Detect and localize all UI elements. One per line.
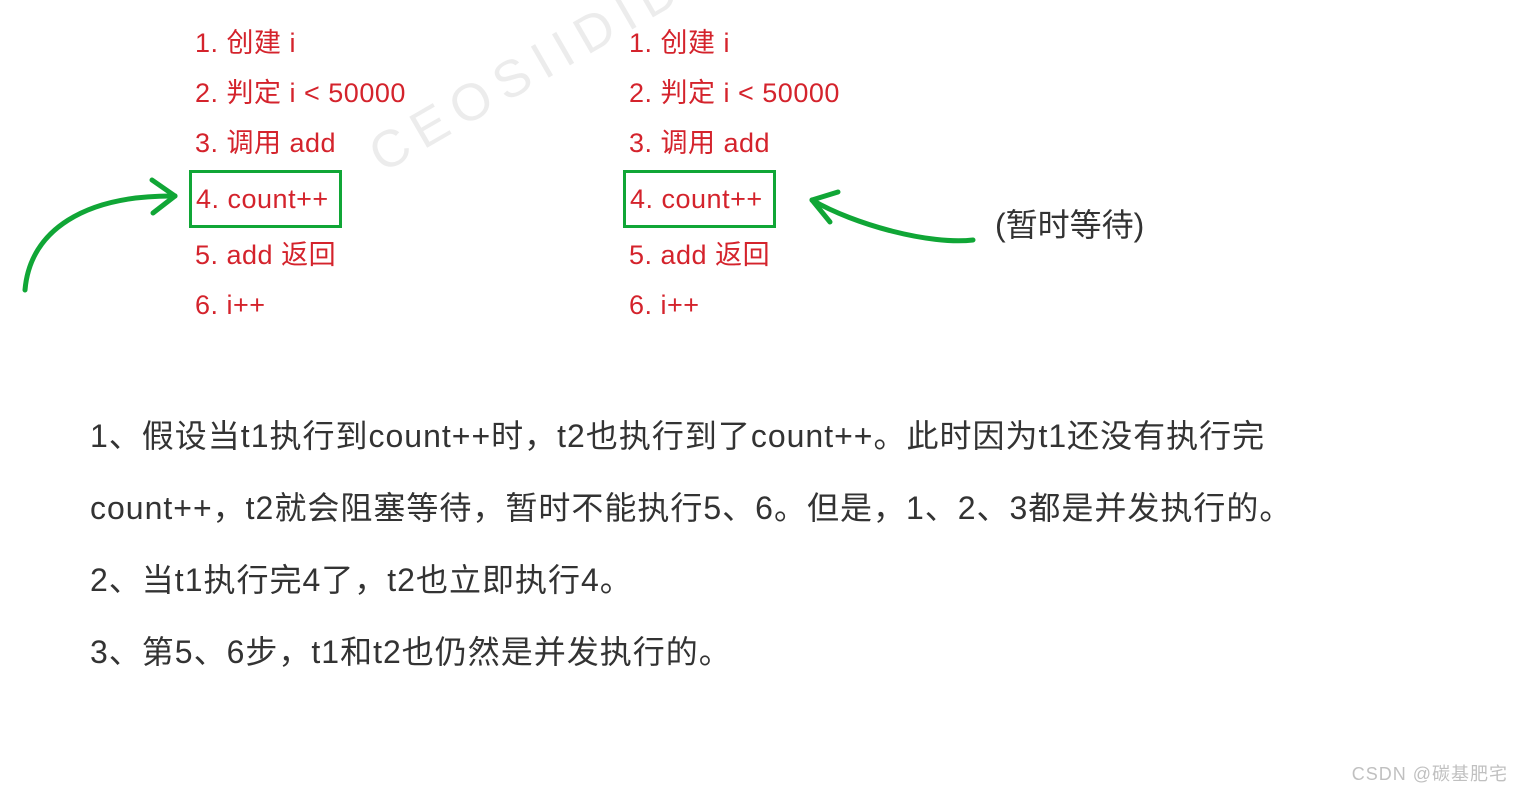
watermark-footer: CSDN @碳基肥宅 xyxy=(1352,760,1508,786)
explanation-p1: 1、假设当t1执行到count++时，t2也执行到了count++。此时因为t1… xyxy=(90,400,1416,544)
step-3-r: 3. 调用 add xyxy=(629,118,840,168)
step-list-right: 1. 创建 i 2. 判定 i < 50000 3. 调用 add 4. cou… xyxy=(629,18,840,330)
arrow-left-icon xyxy=(25,180,175,290)
explanation-p2: 2、当t1执行完4了，t2也立即执行4。 xyxy=(90,544,1416,616)
step-6-r: 6. i++ xyxy=(629,280,840,330)
step-1: 1. 创建 i xyxy=(195,18,406,68)
step-6: 6. i++ xyxy=(195,280,406,330)
step-3: 3. 调用 add xyxy=(195,118,406,168)
step-2-r: 2. 判定 i < 50000 xyxy=(629,68,840,118)
explanation-block: 1、假设当t1执行到count++时，t2也执行到了count++。此时因为t1… xyxy=(90,400,1416,688)
step-4-r-boxed: 4. count++ xyxy=(623,170,776,228)
step-5-r: 5. add 返回 xyxy=(629,230,840,280)
step-1-r: 1. 创建 i xyxy=(629,18,840,68)
step-4-boxed: 4. count++ xyxy=(189,170,342,228)
step-5: 5. add 返回 xyxy=(195,230,406,280)
diagram-area: CEOSIIDID 1. 创建 i 2. 判定 i < 50000 3. 调用 … xyxy=(0,0,1526,360)
step-2: 2. 判定 i < 50000 xyxy=(195,68,406,118)
step-list-left: 1. 创建 i 2. 判定 i < 50000 3. 调用 add 4. cou… xyxy=(195,18,406,330)
explanation-p3: 3、第5、6步，t1和t2也仍然是并发执行的。 xyxy=(90,616,1416,688)
annotation-wait: (暂时等待) xyxy=(995,200,1144,246)
